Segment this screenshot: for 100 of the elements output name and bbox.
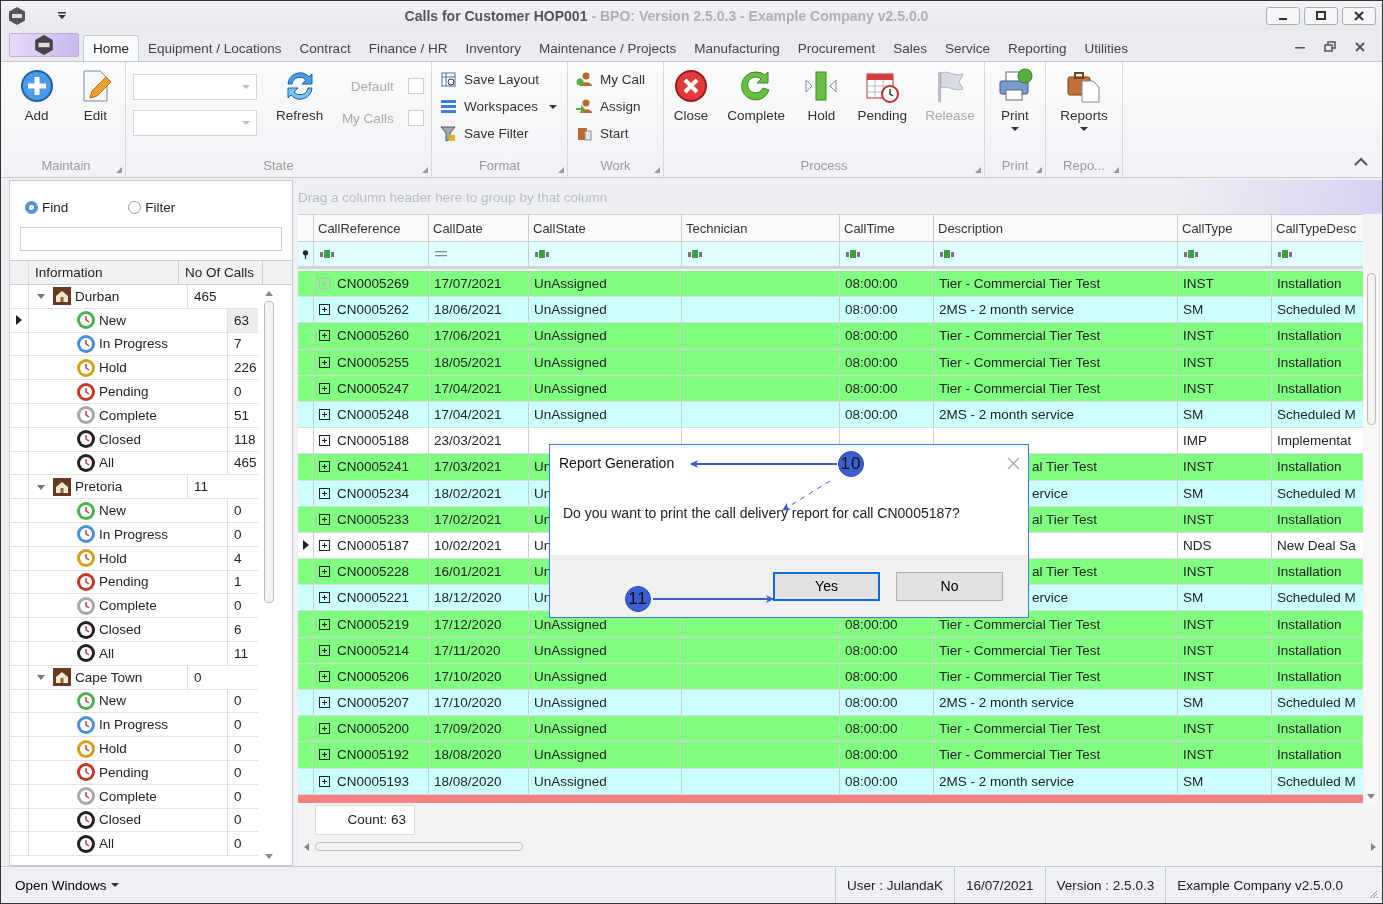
table-cell: CN0005248: [337, 407, 410, 423]
table-cell: 17/10/2020: [434, 668, 502, 684]
table-cell: 17/03/2021: [434, 459, 502, 475]
table-cell: SM: [1183, 407, 1204, 423]
table-cell: 18/02/2021: [434, 485, 502, 501]
radio-label: Find: [42, 200, 69, 215]
count-cell-text: 0: [233, 740, 243, 759]
window-title: Calls for Customer HOP001: [404, 8, 588, 24]
table-cell: UnAssigned: [534, 328, 607, 344]
radio-label: Filter: [145, 200, 176, 215]
count-cell-text: 465: [233, 454, 258, 473]
table-cell: INST: [1183, 668, 1214, 684]
table-cell: CN0005247: [337, 380, 410, 396]
count-cell-text: 0: [233, 763, 243, 782]
table-cell: Installation: [1277, 354, 1342, 370]
table-cell: CN0005187: [337, 537, 410, 553]
table-cell: 08:00:00: [845, 642, 898, 658]
table-cell: INST: [1183, 642, 1214, 658]
table-cell: 08:00:00: [845, 380, 898, 396]
table-cell: 08:00:00: [845, 302, 898, 318]
table-cell: UnAssigned: [534, 354, 607, 370]
table-cell: 2MS - 2 month service: [939, 773, 1075, 789]
table-cell: Scheduled M: [1277, 590, 1356, 606]
table-cell: 08:00:00: [845, 747, 898, 763]
table-cell: Tier - Commercial Tier Test: [939, 276, 1101, 292]
table-cell: INST: [1183, 459, 1214, 475]
table-cell: CN0005192: [337, 747, 410, 763]
dialog-message: Do you want to print the call delivery report for call CN0005187?: [563, 505, 960, 522]
table-cell: Installation: [1277, 721, 1342, 737]
table-cell: IMP: [1183, 433, 1207, 449]
table-cell: UnAssigned: [534, 276, 607, 292]
table-cell: Installation: [1277, 328, 1342, 344]
table-cell: INST: [1183, 616, 1214, 632]
table-cell: ervice: [1032, 590, 1068, 606]
table-cell: CN0005233: [337, 511, 410, 527]
table-cell: UnAssigned: [534, 695, 607, 711]
table-cell: 08:00:00: [845, 773, 898, 789]
table-cell: Scheduled M: [1277, 407, 1356, 423]
table-cell: 17/11/2020: [434, 642, 501, 658]
table-cell: Installation: [1277, 642, 1342, 658]
table-cell: New Deal Sa: [1277, 537, 1356, 553]
count-cell-text: 0: [233, 787, 243, 806]
table-cell: CN0005241: [337, 459, 410, 475]
count-cell-text: 4: [233, 549, 243, 568]
table-cell: 08:00:00: [845, 407, 898, 423]
table-cell: CN0005228: [337, 564, 410, 580]
table-cell: UnAssigned: [534, 773, 607, 789]
table-cell: Tier - Commercial Tier Test: [939, 380, 1101, 396]
table-cell: 10/02/2021: [434, 537, 502, 553]
table-cell: CN0005260: [337, 328, 410, 344]
table-cell: 18/06/2021: [434, 302, 502, 318]
table-cell: SM: [1183, 485, 1204, 501]
table-cell: UnAssigned: [534, 747, 607, 763]
group-label: Print: [1001, 157, 1029, 173]
count-cell-text: 0: [233, 502, 243, 521]
count-cell-text: 51: [233, 406, 251, 425]
table-cell: Installation: [1277, 276, 1342, 292]
table-cell: Tier - Commercial Tier Test: [939, 616, 1101, 632]
count-cell-text: 0: [233, 692, 243, 711]
table-cell: 17/06/2021: [434, 328, 502, 344]
table-cell: UnAssigned: [534, 380, 607, 396]
count-cell-text: 0: [233, 525, 243, 544]
table-cell: 17/09/2020: [434, 721, 502, 737]
table-cell: 17/02/2021: [434, 511, 502, 527]
count-cell-text: 6: [233, 621, 243, 640]
table-cell: Implementat: [1277, 433, 1352, 449]
table-cell: CN0005255: [337, 354, 410, 370]
table-cell: CN0005207: [337, 695, 410, 711]
table-cell: CN0005234: [337, 485, 410, 501]
table-cell: 2MS - 2 month service: [939, 695, 1075, 711]
table-cell: Tier - Commercial Tier Test: [939, 721, 1101, 737]
table-cell: 08:00:00: [845, 328, 898, 344]
count-cell-text: 0: [233, 597, 243, 616]
table-cell: 08:00:00: [845, 616, 898, 632]
checkbox-label: My Calls: [341, 110, 394, 126]
record-count: Count: 63: [315, 804, 415, 835]
table-cell: 18/08/2020: [434, 773, 502, 789]
table-cell: CN0005214: [337, 642, 410, 658]
table-cell: UnAssigned: [534, 721, 607, 737]
table-cell: Tier - Commercial Tier Test: [939, 328, 1101, 344]
count-cell: 63: [228, 308, 258, 332]
table-cell: SM: [1183, 590, 1204, 606]
table-cell: SM: [1183, 773, 1204, 789]
table-cell: 17/07/2021: [434, 276, 502, 292]
count-cell-text: 465: [193, 287, 218, 306]
table-cell: INST: [1183, 511, 1214, 527]
status-field: Example Company v2.5.0.0: [1165, 867, 1354, 903]
group-label: Format: [478, 157, 521, 173]
count-cell-text: 0: [233, 811, 243, 830]
status-field: 16/07/2021: [954, 867, 1045, 903]
table-cell: SM: [1183, 302, 1204, 318]
table-cell: Installation: [1277, 747, 1342, 763]
table-cell: Installation: [1277, 668, 1342, 684]
table-cell: 08:00:00: [845, 668, 898, 684]
table-cell: 18/12/2020: [434, 590, 502, 606]
table-cell: 23/03/2021: [434, 433, 502, 449]
table-cell: 17/10/2020: [434, 695, 502, 711]
table-cell: Installation: [1277, 511, 1342, 527]
table-cell: INST: [1183, 564, 1214, 580]
checkbox-label: Default: [350, 78, 394, 94]
